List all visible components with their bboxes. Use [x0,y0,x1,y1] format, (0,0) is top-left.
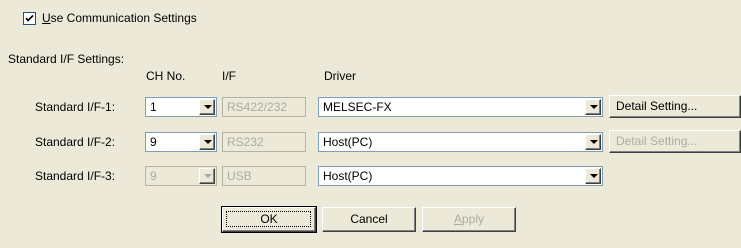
driver-select-if3[interactable]: Host(PC) [318,166,603,186]
if-field-if3: USB [222,166,306,186]
row-label-if1: Standard I/F-1: [35,100,116,114]
ch-no-value-if2: 9 [150,135,157,149]
driver-value-if1: MELSEC-FX [323,100,392,114]
if-value-if1: RS422/232 [227,100,288,114]
detail-setting-button-if2[interactable]: Detail Setting... [609,130,741,153]
driver-value-if2: Host(PC) [323,135,373,149]
ch-no-select-if2[interactable]: 9 [145,132,217,152]
cancel-button[interactable]: Cancel [322,207,416,232]
chevron-down-icon[interactable] [585,99,601,115]
if-field-if1: RS422/232 [222,97,306,117]
chevron-down-icon[interactable] [199,134,215,150]
if-value-if3: USB [227,169,252,183]
ch-no-select-if3[interactable]: 9 [145,166,217,186]
driver-select-if1[interactable]: MELSEC-FX [318,97,603,117]
column-header-ch-no: CH No. [146,69,186,83]
row-label-if2: Standard I/F-2: [35,135,116,149]
use-communication-checkbox[interactable] [23,12,36,25]
chevron-down-icon[interactable] [199,168,215,184]
checkmark-icon [25,14,34,22]
driver-select-if2[interactable]: Host(PC) [318,132,603,152]
chevron-down-icon[interactable] [585,134,601,150]
section-title: Standard I/F Settings: [8,52,125,66]
ok-button[interactable]: OK [221,206,317,233]
if-field-if2: RS232 [222,132,306,152]
apply-button[interactable]: Apply [422,207,516,232]
column-header-if: I/F [222,69,236,83]
chevron-down-icon[interactable] [585,168,601,184]
row-label-if3: Standard I/F-3: [35,169,116,183]
driver-value-if3: Host(PC) [323,169,373,183]
ch-no-value-if3: 9 [150,169,157,183]
column-header-driver: Driver [324,69,356,83]
ch-no-value-if1: 1 [150,100,157,114]
detail-setting-button-if1[interactable]: Detail Setting... [609,95,741,118]
ch-no-select-if1[interactable]: 1 [145,97,217,117]
use-communication-label[interactable]: Use Communication Settings [42,11,197,25]
chevron-down-icon[interactable] [199,99,215,115]
if-value-if2: RS232 [227,135,264,149]
